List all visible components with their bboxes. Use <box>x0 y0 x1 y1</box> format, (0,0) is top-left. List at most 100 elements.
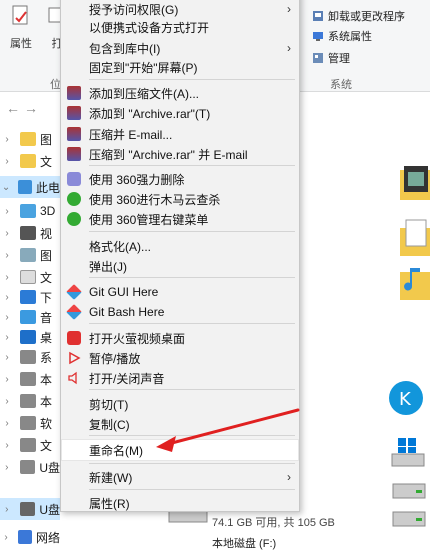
tree-item[interactable]: › 图 <box>0 244 60 266</box>
menu-item-label: 固定到"开始"屏幕(P) <box>89 60 198 75</box>
menu-separator <box>89 489 295 490</box>
tree-item-network[interactable]: › 网络 <box>0 526 60 548</box>
tree-item-usb-selected[interactable]: › U盘 <box>0 498 60 520</box>
drive-icon[interactable] <box>392 476 426 502</box>
menu-item-format[interactable]: 格式化(A)... <box>61 236 299 256</box>
forward-arrow-icon[interactable]: → <box>24 100 38 116</box>
tree-item[interactable]: › 桌 <box>0 326 60 348</box>
chevron-right-icon[interactable]: › <box>0 250 14 261</box>
chevron-right-icon[interactable]: › <box>0 206 14 217</box>
speaker-icon <box>68 371 77 385</box>
back-arrow-icon[interactable]: ← <box>6 100 20 116</box>
menu-item-copy[interactable]: 复制(C) <box>61 414 299 434</box>
chevron-right-icon[interactable]: › <box>0 396 14 407</box>
manage-button[interactable]: 管理 <box>312 50 350 66</box>
chevron-right-icon[interactable]: › <box>0 292 14 303</box>
menu-item-git-bash[interactable]: Git Bash Here <box>61 302 299 322</box>
manage-label: 管理 <box>328 53 350 65</box>
tree-item[interactable]: › 图 <box>0 128 60 150</box>
kugou-app-icon[interactable]: K <box>388 380 424 416</box>
menu-item-360-delete[interactable]: 使用 360强力删除 <box>61 169 299 189</box>
desktop-icon <box>20 330 36 344</box>
menu-item-open-portable[interactable]: 以便携式设备方式打开 <box>61 17 299 37</box>
menu-item-compress-rar-email[interactable]: 压缩到 "Archive.rar" 并 E-mail <box>61 144 299 164</box>
menu-item-label: 包含到库中(I) <box>89 41 161 56</box>
uninstall-button[interactable]: 卸载或更改程序 <box>312 8 405 24</box>
context-menu: 授予访问权限(G) › 以便携式设备方式打开 包含到库中(I) › 固定到"开始"屏… <box>60 0 300 512</box>
menu-item-properties[interactable]: 属性(R) <box>61 493 299 513</box>
drive-icon <box>20 372 36 386</box>
menu-separator <box>89 165 295 166</box>
properties-button[interactable]: 属性 <box>4 4 38 51</box>
chevron-right-icon[interactable]: › <box>0 532 12 543</box>
chevron-right-icon[interactable]: › <box>0 156 14 167</box>
menu-item-cut[interactable]: 剪切(T) <box>61 394 299 414</box>
tree-item[interactable]: › 文 <box>0 434 60 456</box>
menu-item-pin-start[interactable]: 固定到"开始"屏幕(P) <box>61 57 299 77</box>
menu-separator <box>89 231 295 232</box>
chevron-right-icon[interactable]: › <box>0 332 14 343</box>
video-folder-icon[interactable] <box>400 162 430 202</box>
tree-item-label: 3D <box>40 204 56 218</box>
chevron-right-icon[interactable]: › <box>0 418 14 429</box>
menu-item-toggle-sound[interactable]: 打开/关闭声音 <box>61 368 299 388</box>
menu-item-new[interactable]: 新建(W) › <box>61 467 299 487</box>
menu-item-rename[interactable]: 重命名(M) <box>61 439 299 461</box>
menu-separator <box>89 323 295 324</box>
menu-separator <box>89 463 295 464</box>
tree-item[interactable]: › 系 <box>0 346 60 368</box>
menu-item-360-scan[interactable]: 使用 360进行木马云查杀 <box>61 189 299 209</box>
winrar-icon <box>67 147 81 161</box>
tree-item[interactable]: › 下 <box>0 286 60 308</box>
submenu-chevron-icon: › <box>287 470 291 484</box>
chevron-right-icon[interactable]: › <box>0 134 14 145</box>
chevron-down-icon[interactable]: ⌄ <box>0 182 12 193</box>
menu-item-360-manage[interactable]: 使用 360管理右键菜单 <box>61 209 299 229</box>
menu-item-include-library[interactable]: 包含到库中(I) › <box>61 38 299 58</box>
tree-item[interactable]: › 音 <box>0 306 60 328</box>
menu-item-pause-play[interactable]: 暂停/播放 <box>61 348 299 368</box>
video-folder-icon <box>20 226 36 240</box>
menu-item-git-gui[interactable]: Git GUI Here <box>61 282 299 302</box>
tree-item[interactable]: › 本 <box>0 390 60 412</box>
menu-item-label: 使用 360进行木马云查杀 <box>89 192 221 207</box>
drive-name: 本地磁盘 (F:) <box>212 538 277 550</box>
tree-item[interactable]: › 软 <box>0 412 60 434</box>
tree-item[interactable]: › 文 <box>0 150 60 172</box>
tree-item[interactable]: › U盘 <box>0 456 60 478</box>
menu-item-label: 新建(W) <box>89 470 133 485</box>
chevron-right-icon[interactable]: › <box>0 374 14 385</box>
system-properties-button[interactable]: 系统属性 <box>312 28 372 44</box>
tree-item-this-pc[interactable]: ⌄ 此电 <box>0 176 60 198</box>
tree-item[interactable]: › 视 <box>0 222 60 244</box>
menu-item-compress-email[interactable]: 压缩并 E-mail... <box>61 124 299 144</box>
menu-item-label: 复制(C) <box>89 417 130 432</box>
music-folder-icon[interactable] <box>400 262 430 302</box>
menu-item-video-desktop[interactable]: 打开火萤视频桌面 <box>61 328 299 348</box>
video-desktop-icon <box>67 331 81 345</box>
system-properties-icon <box>313 32 323 41</box>
chevron-right-icon[interactable]: › <box>0 504 14 515</box>
drive-icon[interactable] <box>392 504 426 530</box>
tree-item-label: 网络 <box>35 530 60 545</box>
chevron-right-icon[interactable]: › <box>0 312 14 323</box>
chevron-right-icon[interactable]: › <box>0 352 14 363</box>
menu-item-label: 格式化(A)... <box>89 239 151 254</box>
tree-item-label: 文 <box>40 270 53 285</box>
tree-item-label: 下 <box>40 290 53 305</box>
tree-item[interactable]: › 3D <box>0 200 60 222</box>
chevron-right-icon[interactable]: › <box>0 462 14 473</box>
chevron-right-icon[interactable]: › <box>0 440 14 451</box>
tree-item[interactable]: › 本 <box>0 368 60 390</box>
menu-item-eject[interactable]: 弹出(J) <box>61 256 299 276</box>
properties-label: 属性 <box>10 38 32 50</box>
chevron-right-icon[interactable]: › <box>0 272 14 283</box>
tree-item[interactable]: › 文 <box>0 266 60 288</box>
documents-folder-icon[interactable] <box>400 218 430 258</box>
menu-item-add-archive[interactable]: 添加到压缩文件(A)... <box>61 83 299 103</box>
windows-drive-icon[interactable] <box>390 434 426 470</box>
menu-item-add-archive-rar[interactable]: 添加到 "Archive.rar"(T) <box>61 103 299 123</box>
tree-item-label: 文 <box>40 154 53 169</box>
chevron-right-icon[interactable]: › <box>0 228 14 239</box>
menu-item-label: 属性(R) <box>89 496 130 511</box>
